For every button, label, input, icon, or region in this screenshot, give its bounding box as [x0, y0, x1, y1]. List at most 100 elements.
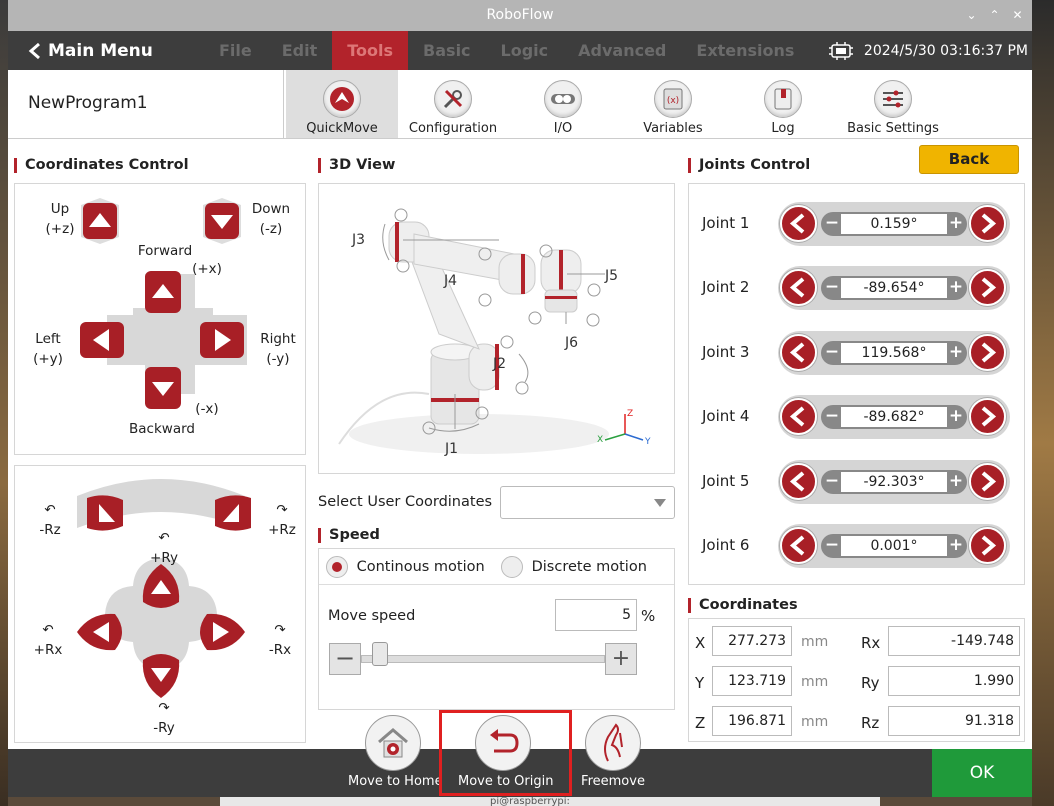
- tool-quickmove[interactable]: QuickMove: [286, 70, 398, 138]
- arrow-right-icon: [981, 277, 997, 298]
- menu-logic[interactable]: Logic: [486, 31, 564, 70]
- tool-configuration[interactable]: Configuration: [398, 70, 508, 138]
- joint-minus-button[interactable]: −: [823, 407, 841, 427]
- move-speed-input[interactable]: 5: [555, 599, 637, 631]
- tool-variables-label: Variables: [643, 121, 703, 136]
- joint-decrease-arrow-button[interactable]: [780, 463, 817, 500]
- joint-increase-arrow-button[interactable]: [969, 205, 1006, 242]
- arrow-left-icon: [789, 471, 805, 492]
- back-button[interactable]: Back: [919, 145, 1019, 174]
- sliders-icon: [874, 80, 912, 118]
- speed-panel: Continous motion Discrete motion Move sp…: [318, 548, 675, 710]
- rotate-plus-ry-button[interactable]: [141, 562, 181, 614]
- rotate-plus-rx-button[interactable]: [75, 612, 129, 652]
- tool-log[interactable]: Log: [738, 70, 828, 138]
- variables-icon: (x): [654, 80, 692, 118]
- minimize-icon[interactable]: ⌄: [963, 7, 980, 24]
- rotate-minus-ry-button[interactable]: [141, 648, 181, 700]
- menu-tools[interactable]: Tools: [332, 31, 409, 70]
- joint-minus-button[interactable]: −: [823, 536, 841, 556]
- joint-value[interactable]: -89.654°: [841, 278, 947, 298]
- joint-increase-arrow-button[interactable]: [969, 398, 1006, 435]
- joint-plus-button[interactable]: +: [947, 472, 965, 492]
- joint-plus-button[interactable]: +: [947, 536, 965, 556]
- menu-file[interactable]: File: [204, 31, 267, 70]
- chevron-down-icon: [654, 499, 666, 507]
- joint-minus-button[interactable]: −: [823, 278, 841, 298]
- right-y-button[interactable]: [199, 321, 245, 359]
- joint-decrease-arrow-button[interactable]: [780, 334, 817, 371]
- joint-increase-arrow-button[interactable]: [969, 269, 1006, 306]
- desktop-background-right: [1032, 0, 1054, 806]
- joint-increase-arrow-button[interactable]: [969, 527, 1006, 564]
- tool-basic-settings[interactable]: Basic Settings: [838, 70, 948, 138]
- menu-extensions[interactable]: Extensions: [681, 31, 809, 70]
- joint-increase-arrow-button[interactable]: [969, 463, 1006, 500]
- coord-y-value: 123.719: [712, 666, 792, 696]
- joint-plus-button[interactable]: +: [947, 214, 965, 234]
- joint-value[interactable]: 0.159°: [841, 214, 947, 234]
- arrow-left-icon: [789, 213, 805, 234]
- freemove-label: Freemove: [581, 774, 645, 789]
- tool-io[interactable]: I/O: [518, 70, 608, 138]
- discrete-motion-option[interactable]: Discrete motion: [501, 556, 647, 578]
- rotate-minus-rx-button[interactable]: [193, 612, 247, 652]
- menu-basic[interactable]: Basic: [408, 31, 485, 70]
- rotate-ccw-icon: ↶: [42, 622, 54, 638]
- user-coords-select[interactable]: [500, 486, 675, 519]
- joint-value[interactable]: -92.303°: [841, 472, 947, 492]
- joint-control: −0.159° +: [778, 202, 1010, 246]
- up-z-button[interactable]: [79, 197, 121, 245]
- move-to-home-button[interactable]: Move to Home: [348, 715, 443, 789]
- log-book-icon: [764, 80, 802, 118]
- robot-controller-icon[interactable]: [828, 41, 854, 61]
- speed-slider-thumb[interactable]: [372, 642, 389, 666]
- joint-minus-button[interactable]: −: [823, 472, 841, 492]
- menu-advanced[interactable]: Advanced: [563, 31, 681, 70]
- maximize-icon[interactable]: ⌃: [986, 7, 1003, 24]
- joint-decrease-arrow-button[interactable]: [780, 205, 817, 242]
- speed-increase-button[interactable]: +: [605, 643, 637, 675]
- joint-plus-button[interactable]: +: [947, 407, 965, 427]
- joint-value[interactable]: 119.568°: [841, 343, 947, 363]
- arrow-right-icon: [981, 406, 997, 427]
- rotate-cw-icon: ↷: [274, 622, 286, 638]
- joint-decrease-arrow-button[interactable]: [780, 398, 817, 435]
- joint-value[interactable]: -89.682°: [841, 407, 947, 427]
- up-label: Up: [50, 201, 70, 217]
- discrete-label: Discrete motion: [531, 559, 647, 575]
- close-icon[interactable]: ✕: [1009, 7, 1026, 24]
- j1-label: J1: [445, 441, 459, 457]
- ok-button[interactable]: OK: [932, 749, 1032, 797]
- joint-decrease-arrow-button[interactable]: [780, 269, 817, 306]
- backward-x-button[interactable]: [144, 366, 182, 410]
- rotate-minus-rz-button[interactable]: [83, 494, 127, 534]
- view3d-panel[interactable]: J3 J4 J5 J6 J2 J1 Z X Y: [318, 183, 675, 474]
- tool-log-label: Log: [771, 121, 795, 136]
- joint-value[interactable]: 0.001°: [841, 536, 947, 556]
- down-z-button[interactable]: [201, 197, 243, 245]
- joint-increase-arrow-button[interactable]: [969, 334, 1006, 371]
- right-label: Right: [260, 331, 296, 347]
- coordinates-title: Coordinates: [688, 598, 798, 613]
- joint-decrease-arrow-button[interactable]: [780, 527, 817, 564]
- hand-icon: [585, 715, 641, 771]
- discrete-radio[interactable]: [501, 556, 523, 578]
- left-y-button[interactable]: [79, 321, 125, 359]
- joint-plus-button[interactable]: +: [947, 278, 965, 298]
- joint-plus-button[interactable]: +: [947, 343, 965, 363]
- rotate-plus-rz-button[interactable]: [211, 494, 255, 534]
- coord-rx-value: -149.748: [888, 626, 1020, 656]
- freemove-button[interactable]: Freemove: [568, 715, 658, 789]
- speed-slider-track[interactable]: [361, 655, 605, 663]
- speed-decrease-button[interactable]: −: [329, 643, 361, 675]
- continuous-radio[interactable]: [326, 556, 348, 578]
- main-menu-button[interactable]: Main Menu: [8, 41, 204, 61]
- joint-minus-button[interactable]: −: [823, 214, 841, 234]
- tool-variables[interactable]: (x) Variables: [628, 70, 718, 138]
- joint-minus-button[interactable]: −: [823, 343, 841, 363]
- minus-ry-label: -Ry: [153, 720, 175, 736]
- continuous-motion-option[interactable]: Continous motion: [326, 556, 485, 578]
- menu-edit[interactable]: Edit: [267, 31, 333, 70]
- forward-x-button[interactable]: [144, 270, 182, 314]
